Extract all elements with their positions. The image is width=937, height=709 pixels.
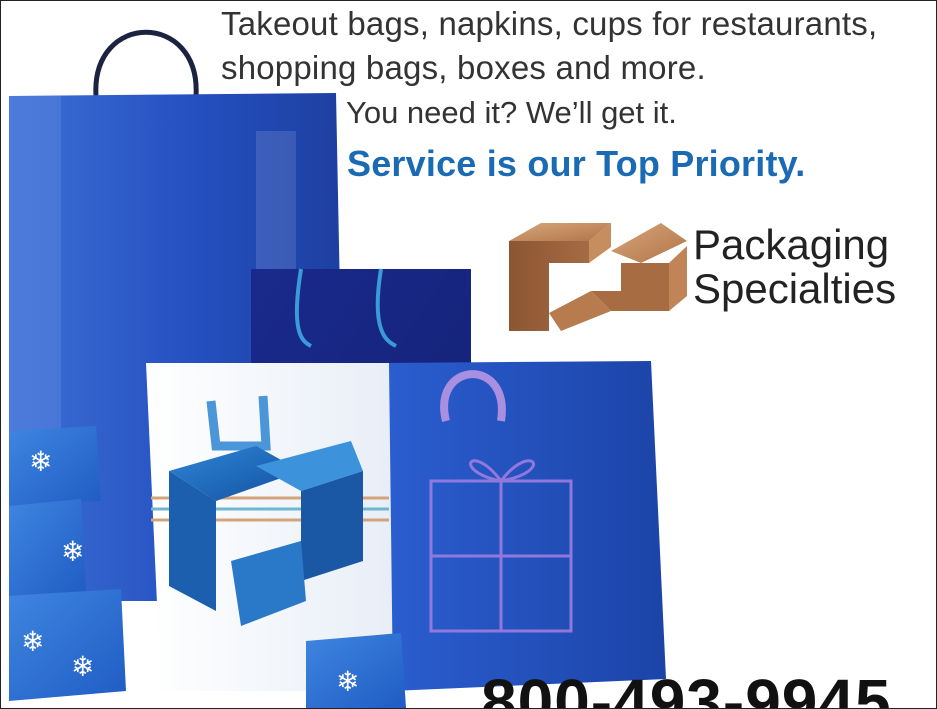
svg-text:❄: ❄ <box>21 625 44 658</box>
svg-text:❄: ❄ <box>29 445 52 478</box>
packaging-specialties-logo-mark <box>509 223 687 331</box>
gift-bag <box>381 361 666 691</box>
phone-number[interactable]: 800-493-9945 <box>481 665 892 708</box>
tagline-line-3: You need it? We’ll get it. <box>346 95 677 130</box>
svg-text:❄: ❄ <box>71 650 94 683</box>
headline: Service is our Top Priority. <box>347 143 806 184</box>
brand-name: Packaging Specialties <box>693 223 896 311</box>
brand-name-line-2: Specialties <box>693 265 897 312</box>
tagline-line-2: shopping bags, boxes and more. <box>221 49 706 86</box>
svg-text:❄: ❄ <box>61 535 84 568</box>
brand-name-line-1: Packaging <box>693 221 890 268</box>
advertisement: ❄ ❄ ❄ ❄ ❄ Takeout bags, napkins, cups fo… <box>0 0 937 709</box>
tagline-line-1: Takeout bags, napkins, cups for restaura… <box>221 5 878 42</box>
svg-text:❄: ❄ <box>336 665 359 698</box>
